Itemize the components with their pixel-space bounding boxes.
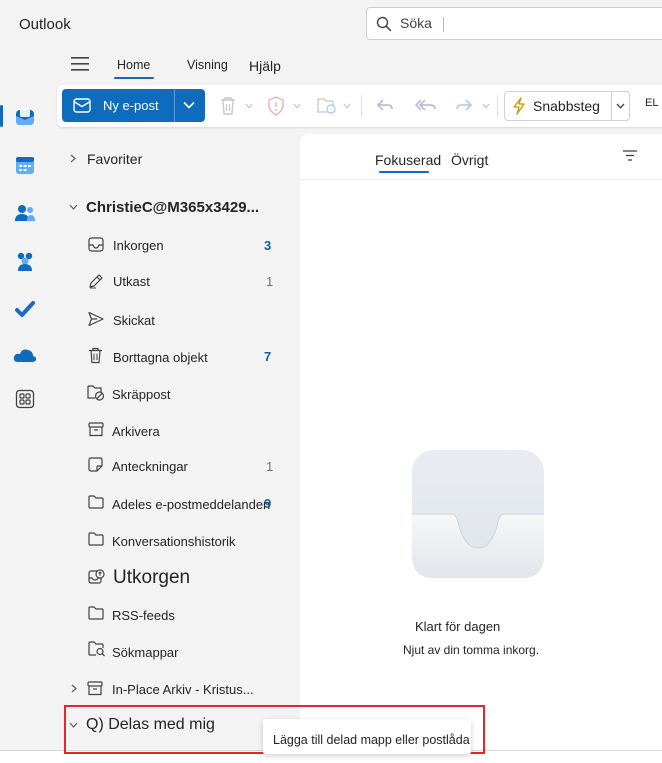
tab-focused[interactable]: Fokuserad <box>375 152 441 168</box>
search-folder-icon <box>88 641 105 657</box>
move-to-folder-icon[interactable] <box>317 96 337 115</box>
chevron-right-icon[interactable] <box>70 154 76 163</box>
tab-focused-underline <box>379 171 429 173</box>
empty-state-title: Klart för dagen <box>415 619 501 634</box>
folder-label: Inkorgen <box>113 238 164 253</box>
search-input[interactable]: Söka <box>400 15 432 31</box>
chevron-down-icon[interactable] <box>482 103 490 109</box>
chevron-down-icon[interactable] <box>616 103 625 109</box>
empty-state-subtitle: Njut av din tomma inkorg. <box>403 643 540 657</box>
folder-label: Sökmappar <box>112 645 179 660</box>
tooltip: Lägga till delad mapp eller postlåda <box>263 719 471 754</box>
folder-icon <box>88 606 104 620</box>
forward-icon[interactable] <box>455 98 473 112</box>
tab-other[interactable]: Övrigt <box>451 152 488 168</box>
new-mail-divider <box>174 89 175 122</box>
inbox-icon <box>88 237 104 252</box>
empty-inbox-illustration <box>412 450 544 578</box>
app-rail <box>0 48 50 763</box>
tab-home[interactable]: Home <box>117 58 150 72</box>
message-list: Fokuserad Övrigt Klart för dagen Njut av… <box>300 134 662 750</box>
reply-icon[interactable] <box>376 98 394 112</box>
new-mail-label: Ny e-post <box>103 98 159 113</box>
notes-icon <box>88 457 103 472</box>
reply-all-icon[interactable] <box>415 98 437 112</box>
search-icon <box>376 16 392 32</box>
folder-icon <box>88 495 104 509</box>
tooltip-text: Lägga till delad mapp eller postlåda <box>273 733 470 747</box>
unread-count: 9 <box>264 496 272 511</box>
sent-icon <box>88 311 104 327</box>
chevron-down-icon[interactable] <box>69 204 78 210</box>
favorites-header[interactable]: Favoriter <box>87 151 142 167</box>
folder-icon <box>88 532 104 546</box>
search-box[interactable]: Söka <box>366 7 662 40</box>
archive-icon <box>87 681 103 696</box>
ribbon-separator <box>361 95 362 117</box>
todo-icon[interactable] <box>12 296 38 322</box>
account-header[interactable]: ChristieC@M365x3429... <box>86 199 259 216</box>
new-mail-button[interactable]: Ny e-post <box>62 89 205 122</box>
delete-icon[interactable] <box>219 96 237 116</box>
folder-label: Skickat <box>113 313 155 328</box>
tab-help[interactable]: Hjälp <box>249 58 281 74</box>
filter-icon[interactable] <box>623 150 637 161</box>
app-title: Outlook <box>19 16 71 33</box>
archive-icon <box>88 422 104 437</box>
chevron-down-icon[interactable] <box>343 103 351 109</box>
quick-steps-button[interactable]: Snabbsteg <box>504 91 630 121</box>
people-icon[interactable] <box>12 200 38 226</box>
tab-home-underline <box>114 77 154 79</box>
rail-selection-indicator <box>0 105 3 127</box>
folder-label: RSS-feeds <box>112 608 175 623</box>
quick-steps-divider <box>611 92 612 120</box>
rail-spacer <box>12 338 38 364</box>
teams-icon[interactable] <box>12 248 38 274</box>
ribbon-separator <box>497 95 498 117</box>
folder-label: Borttagna objekt <box>113 350 208 365</box>
outbox-icon <box>88 569 105 584</box>
folder-label: Arkivera <box>112 424 160 439</box>
calendar-icon[interactable] <box>12 152 38 178</box>
quick-steps-label: Snabbsteg <box>533 98 600 114</box>
mail-icon[interactable] <box>12 104 38 130</box>
folder-label: Utkast <box>113 274 150 289</box>
junk-icon <box>87 385 105 401</box>
chevron-down-icon[interactable] <box>183 101 195 109</box>
in-place-archive-header[interactable]: In-Place Arkiv - Kristus... <box>112 682 254 697</box>
tab-view[interactable]: Visning <box>187 58 228 72</box>
search-divider <box>443 17 444 32</box>
report-shield-icon[interactable] <box>267 96 285 116</box>
list-divider <box>300 179 662 180</box>
trash-icon <box>89 347 102 364</box>
chevron-down-icon[interactable] <box>245 103 253 109</box>
folder-label: Skräppost <box>112 387 171 402</box>
ribbon-overflow-label[interactable]: EL <box>645 97 658 109</box>
folder-pane: Favoriter ChristieC@M365x3429... Inkorge… <box>50 134 300 750</box>
item-count: 1 <box>266 274 274 289</box>
chevron-down-icon[interactable] <box>293 103 301 109</box>
item-count: 1 <box>266 459 274 474</box>
lightning-icon <box>513 97 525 115</box>
unread-count: 7 <box>264 349 272 364</box>
folder-label: Konversationshistorik <box>112 534 236 549</box>
hamburger-menu-icon[interactable] <box>71 57 89 71</box>
folder-label: Anteckningar <box>112 459 188 474</box>
drafts-icon <box>89 274 103 289</box>
apps-icon[interactable] <box>12 386 38 412</box>
folder-label: Adeles e-postmeddelanden <box>112 497 271 512</box>
title-bar: Outlook Söka <box>0 0 662 48</box>
unread-count: 3 <box>264 238 272 253</box>
folder-label: Utkorgen <box>113 567 191 588</box>
chevron-right-icon[interactable] <box>71 684 77 693</box>
mail-envelope-icon <box>73 98 91 113</box>
